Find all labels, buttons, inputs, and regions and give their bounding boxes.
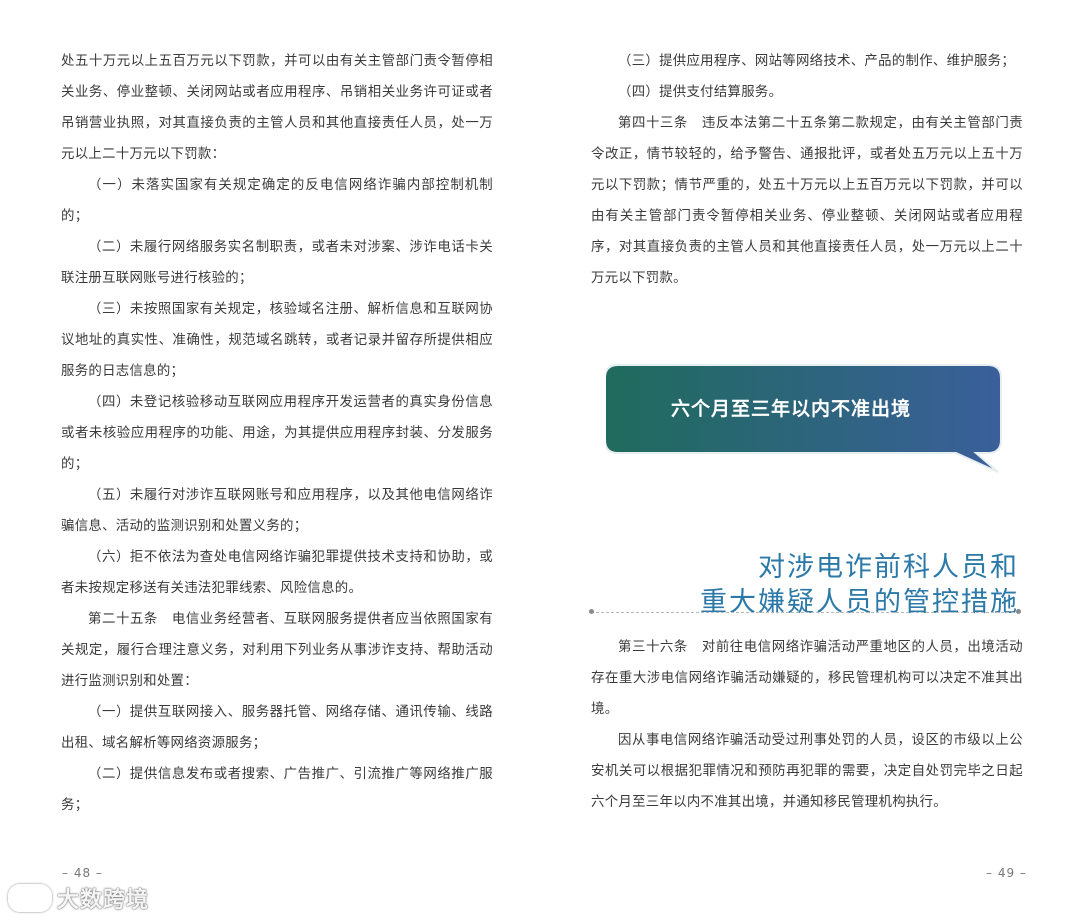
divider-dot-left xyxy=(589,609,594,614)
watermark: 大数跨境 xyxy=(8,884,150,913)
article-36-paragraph-2: 因从事电信网络诈骗活动受过刑事处罚的人员，设区的市级以上公安机关可以根据犯罪情况… xyxy=(591,733,1023,810)
article-25-item-3: （三）提供应用程序、网站等网络技术、产品的制作、维护服务； xyxy=(618,54,1016,69)
section-heading-line-2: 重大嫌疑人员的管控措施 xyxy=(700,587,1019,619)
clause-item-6: （六）拒不依法为查处电信网络诈骗犯罪提供技术支持和协助，或者未按规定移送有关违法… xyxy=(61,550,493,596)
callout-text: 六个月至三年以内不准出境 xyxy=(670,398,911,420)
article-25-item-1: （一）提供互联网接入、服务器托管、网络存储、通讯传输、线路出租、域名解析等网络资… xyxy=(61,705,493,751)
clause-item-4: （四）未登记核验移动互联网应用程序开发运营者的真实身份信息或者未核验应用程序的功… xyxy=(61,395,493,472)
clause-item-2: （二）未履行网络服务实名制职责，或者未对涉案、涉诈电话卡关联注册互联网账号进行核… xyxy=(61,240,493,286)
page-number-right: – 49 – xyxy=(986,866,1027,880)
section-divider xyxy=(591,612,1019,613)
callout-banner: 六个月至三年以内不准出境 xyxy=(606,364,1002,473)
article-25-item-2: （二）提供信息发布或者搜索、广告推广、引流推广等网络推广服务； xyxy=(61,767,493,813)
clause-item-3: （三）未按照国家有关规定，核验域名注册、解析信息和互联网协议地址的真实性、准确性… xyxy=(61,302,493,379)
article-43: 第四十三条 违反本法第二十五条第二款规定，由有关主管部门责令改正，情节较轻的，给… xyxy=(591,116,1023,286)
left-page: 处五十万元以上五百万元以下罚款，并可以由有关主管部门责令暂停相关业务、停业整顿、… xyxy=(0,0,540,921)
section-heading: 对涉电诈前科人员和 重大嫌疑人员的管控措施 xyxy=(700,550,1019,620)
article-25-item-4: （四）提供支付结算服务。 xyxy=(618,85,783,100)
section-heading-line-1: 对涉电诈前科人员和 xyxy=(758,552,1019,584)
watermark-text: 大数跨境 xyxy=(57,888,150,913)
clause-item-1: （一）未落实国家有关规定确定的反电信网络诈骗内部控制机制的； xyxy=(61,178,493,224)
article-36: 第三十六条 对前往电信网络诈骗活动严重地区的人员，出境活动存在重大涉电信网络诈骗… xyxy=(591,640,1023,717)
paragraph-continuation: 处五十万元以上五百万元以下罚款，并可以由有关主管部门责令暂停相关业务、停业整顿、… xyxy=(61,54,493,162)
article-25: 第二十五条 电信业务经营者、互联网服务提供者应当依照国家有关规定，履行合理注意义… xyxy=(61,612,493,689)
divider-dot-right xyxy=(1016,609,1021,614)
clause-item-5: （五）未履行对涉诈互联网账号和应用程序，以及其他电信网络诈骗信息、活动的监测识别… xyxy=(61,488,493,534)
page-number-left: – 48 – xyxy=(62,866,103,880)
right-page: （三）提供应用程序、网站等网络技术、产品的制作、维护服务； （四）提供支付结算服… xyxy=(540,0,1080,921)
watermark-logo-icon xyxy=(8,884,52,912)
